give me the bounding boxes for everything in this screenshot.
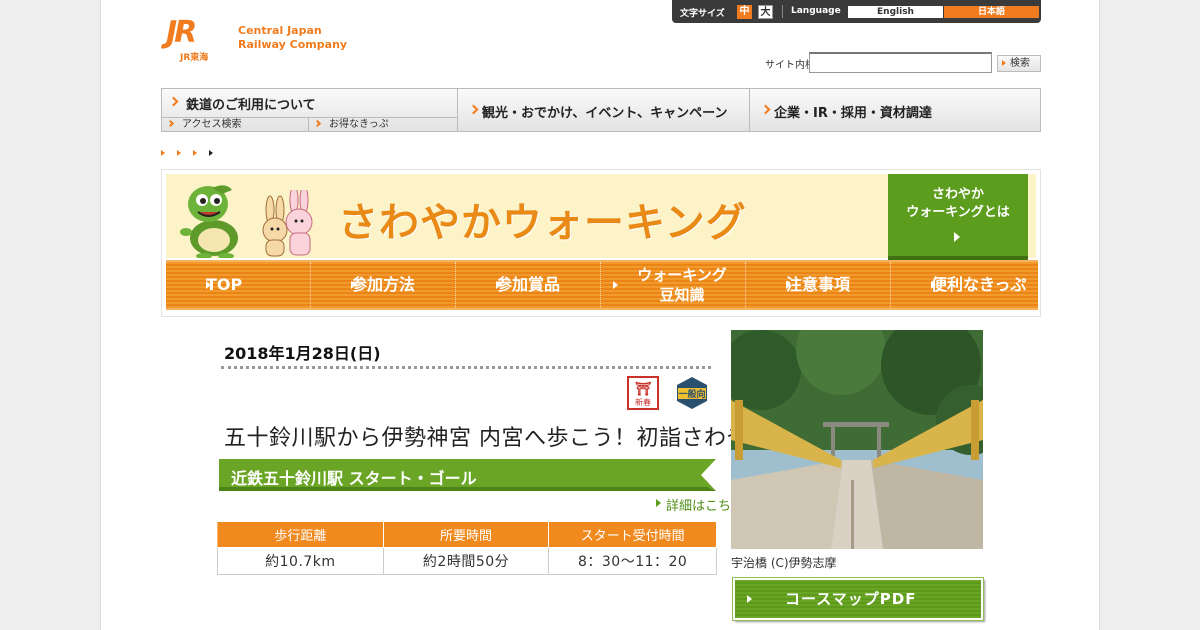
table-header-row: 歩行距離 所要時間 スタート受付時間 [217,521,717,548]
page-container: JR JR東海 Central Japan Railway Company 文字… [100,0,1100,630]
breadcrumb-arrow-icon [193,150,197,156]
chevron-right-icon [168,96,179,107]
text-size-medium-button[interactable]: 中 [737,5,752,19]
table-cell: 約10.7km [217,547,384,575]
general-level-icon: 一般向 [677,377,707,409]
walking-nav-tips[interactable]: ウォーキング 豆知識 [601,262,746,308]
jr-logo-mark: JR [166,15,197,50]
text-size-large-button[interactable]: 大 [758,5,773,19]
company-name-line2: Railway Company [238,38,348,51]
nav-value-tickets-label: お得なきっぷ [329,119,389,130]
table-header: 歩行距離 [217,521,384,548]
dotted-divider [221,366,711,369]
new-year-stamp-icon: ⛩ 新春 [627,376,659,410]
walking-nav-notes[interactable]: 注意事項 [746,262,891,308]
walking-nav-label: 豆知識 [659,286,705,304]
company-name-line1: Central Japan [238,24,322,37]
arrow-right-icon [1002,60,1006,66]
nav-railway-label: 鉄道のご利用について [186,98,316,113]
course-map-pdf-button[interactable]: コースマップPDF [733,578,983,620]
walking-nav-how-to-join[interactable]: 参加方法 [311,262,456,308]
stamp-icon-glyph: ⛩ [634,382,652,397]
arrow-right-icon [613,281,618,289]
photo-caption: 宇治橋 (C)伊勢志摩 [731,556,837,570]
nav-value-tickets[interactable]: お得なきっぷ [309,117,458,131]
walking-nav-top[interactable]: TOP [166,262,311,308]
arrow-right-icon [206,281,211,289]
nav-access-search-label: アクセス検索 [182,119,242,130]
arrow-right-icon [931,281,936,289]
breadcrumb [161,148,231,158]
uji-bridge-photo [731,330,983,549]
global-nav: 鉄道のご利用について アクセス検索 お得なきっぷ 観光・おでかけ、イベント、キャ… [161,88,1041,132]
table-cell: 8：30～11：20 [548,547,717,575]
search-button-label: 検索 [1010,58,1030,69]
jr-logo-subtext: JR東海 [180,53,209,63]
about-walking-button[interactable]: さわやか ウォーキングとは [888,174,1028,260]
arrow-right-icon [954,232,960,242]
about-line1: さわやか [931,187,984,202]
event-date: 2018年1月28日(日) [224,344,381,363]
nav-tourism[interactable]: 観光・おでかけ、イベント、キャンペーン [458,89,750,131]
arrow-right-icon [351,281,356,289]
arrow-right-icon [786,281,791,289]
station-label: 近鉄五十鈴川駅 スタート・ゴール [231,469,477,488]
arrow-right-icon [656,499,661,507]
arrow-right-icon [747,595,752,603]
stamp-icon-label: 新春 [635,398,651,407]
jr-central-logo[interactable]: JR JR東海 Central Japan Railway Company [166,18,356,66]
table-header: スタート受付時間 [548,521,717,548]
banner-header: さわやかウォーキング さわやか ウォーキングとは [166,174,1036,260]
arrow-right-icon [496,281,501,289]
utility-bar: 文字サイズ 中 大 Language English 日本語 [672,0,1041,23]
sawayaka-walking-banner: さわやかウォーキング さわやか ウォーキングとは TOP 参加方法 参加賞品 ウ… [161,169,1041,317]
nav-railway[interactable]: 鉄道のご利用について アクセス検索 お得なきっぷ [162,89,458,131]
banner-title: さわやかウォーキング [338,200,747,246]
table-cell: 約2時間50分 [382,547,550,575]
about-line2: ウォーキングとは [906,205,1010,220]
walking-nav-label: 参加方法 [351,275,416,294]
table-header: 所要時間 [382,521,550,548]
breadcrumb-arrow-icon [177,150,181,156]
nav-corporate-label: 企業・IR・採用・資材調達 [774,106,932,121]
nav-tourism-label: 観光・おでかけ、イベント、キャンペーン [482,106,728,121]
walking-nav-tickets[interactable]: 便利なきっぷ [891,262,1036,308]
walking-nav-prizes[interactable]: 参加賞品 [456,262,601,308]
breadcrumb-arrow-icon [209,150,213,156]
chevron-right-icon [760,104,771,115]
pdf-button-label: コースマップPDF [785,590,917,608]
nav-corporate[interactable]: 企業・IR・採用・資材調達 [750,89,1040,131]
chevron-right-icon [468,104,479,115]
language-label: Language [791,6,841,16]
walking-nav-label: TOP [206,275,243,294]
turtle-mascot-icon [180,185,238,258]
walking-nav-label: 注意事項 [786,275,851,294]
text-size-label: 文字サイズ [680,9,725,19]
walking-nav: TOP 参加方法 参加賞品 ウォーキング 豆知識 注意事項 便利なきっぷ [166,260,1038,310]
search-button[interactable]: 検索 [997,55,1041,72]
table-row: 約10.7km 約2時間50分 8：30～11：20 [217,547,717,575]
walking-nav-label: 便利なきっぷ [931,275,1027,294]
walking-nav-label: ウォーキング [637,266,727,284]
level-icon-label: 一般向 [678,388,705,400]
chevron-right-icon [166,119,175,128]
rabbit-mascots-icon [262,190,313,257]
search-input[interactable] [809,52,992,73]
language-english-link[interactable]: English [848,6,943,18]
chevron-right-icon [313,119,322,128]
event-info-table: 歩行距離 所要時間 スタート受付時間 約10.7km 約2時間50分 8：30～… [217,521,717,575]
divider [782,5,783,18]
language-japanese-link[interactable]: 日本語 [944,6,1039,18]
nav-access-search[interactable]: アクセス検索 [162,117,309,131]
breadcrumb-arrow-icon [161,150,165,156]
walking-nav-label: 参加賞品 [496,275,561,294]
